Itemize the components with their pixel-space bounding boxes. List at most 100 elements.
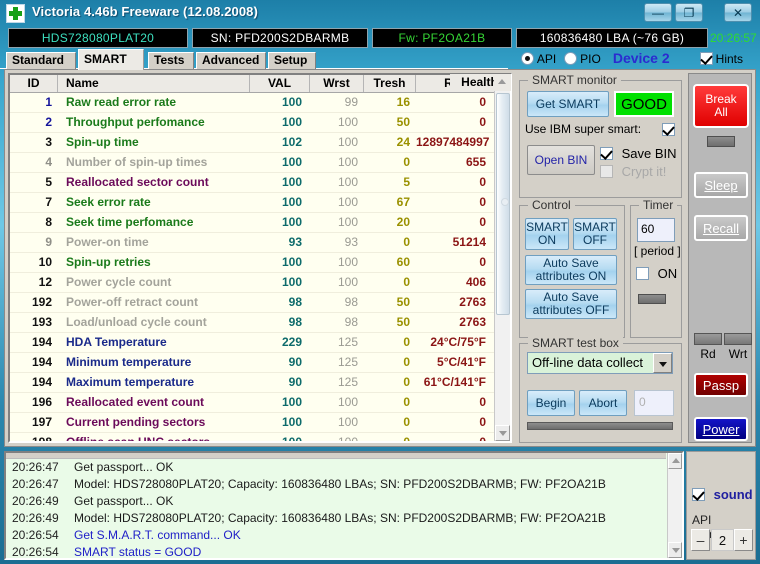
cell-raw: 0 — [479, 215, 486, 229]
cell-wrst: 99 — [344, 95, 358, 109]
auto-save-attributes-on-button[interactable]: Auto Save attributes ON — [525, 255, 617, 285]
begin-test-button[interactable]: Begin — [527, 390, 575, 416]
tab-tests[interactable]: Tests — [148, 52, 194, 69]
drive-firmware-field[interactable]: Fw: PF2OA21B — [372, 28, 512, 48]
table-row[interactable]: 194HDA Temperature229125024°C/75°F●●●● — [10, 333, 496, 353]
cell-val: 100 — [281, 395, 302, 409]
cell-raw: 61°C/141°F — [423, 375, 486, 389]
cell-raw: 2763 — [459, 295, 486, 309]
log-line: 20:26:47 Model: HDS728080PLAT20; Capacity… — [6, 476, 666, 493]
table-row[interactable]: 2Throughput perfomance100100500●●●●● — [10, 113, 496, 133]
passport-button[interactable]: Passp — [694, 373, 748, 397]
log-timestamp: 20:26:47 — [12, 477, 59, 491]
smart-off-button[interactable]: SMART OFF — [573, 218, 617, 250]
timer-on-checkbox[interactable] — [636, 267, 649, 280]
abort-test-button[interactable]: Abort — [579, 390, 627, 416]
table-row[interactable]: 192Power-off retract count9898502763●●●● — [10, 293, 496, 313]
crypt-it-checkbox[interactable] — [600, 165, 613, 178]
cell-raw: 0 — [479, 175, 486, 189]
close-icon: ✕ — [732, 6, 744, 20]
sound-checkbox[interactable] — [692, 488, 705, 501]
table-row[interactable]: 4Number of spin-up times1001000655●●●●● — [10, 153, 496, 173]
maximize-button[interactable]: ❐ — [675, 3, 703, 22]
open-bin-button[interactable]: Open BIN — [527, 145, 595, 175]
sort-up-arrow-icon[interactable] — [498, 79, 506, 84]
victoria-app-window: Victoria 4.46b Freeware (12.08.2008) — ❐… — [0, 0, 760, 564]
table-scrollbar[interactable] — [494, 75, 510, 441]
col-header-raw[interactable]: Raw — [416, 75, 498, 92]
get-smart-button[interactable]: Get SMART — [527, 91, 609, 117]
pio-label: PIO — [580, 52, 601, 66]
api-label: API — [536, 52, 557, 66]
tab-advanced[interactable]: Advanced — [196, 52, 266, 69]
smart-on-button[interactable]: SMART ON — [525, 218, 569, 250]
cell-wrst: 100 — [337, 195, 358, 209]
drive-capacity-field[interactable]: 160836480 LBA (~76 GB) — [516, 28, 708, 48]
col-header-tresh[interactable]: Tresh — [364, 75, 416, 92]
col-header-wrst[interactable]: Wrst — [310, 75, 364, 92]
minimize-button[interactable]: — — [644, 3, 672, 22]
table-row[interactable]: 193Load/unload cycle count9898502763●●●● — [10, 313, 496, 333]
log-scroll-down-arrow-icon[interactable] — [668, 542, 682, 558]
cell-wrst: 98 — [344, 295, 358, 309]
log-panel[interactable]: 20:26:47 Get passport... OK 20:26:47 Model:… — [4, 451, 684, 560]
cell-raw: 0 — [416, 433, 492, 441]
tab-setup[interactable]: Setup — [268, 52, 316, 69]
table-row[interactable]: 198Offline scan UNC sectors10010000●●●●● — [10, 433, 496, 441]
pio-radio[interactable] — [564, 52, 578, 65]
table-row[interactable]: 194Maximum temperature90125061°C/141°F- — [10, 373, 496, 393]
drive-model-field[interactable]: HDS728080PLAT20 — [8, 28, 188, 48]
save-bin-checkbox[interactable] — [600, 147, 613, 160]
col-header-name[interactable]: Name — [58, 75, 250, 92]
table-row[interactable]: 197Current pending sectors10010000●●●●● — [10, 413, 496, 433]
drive-serial-field[interactable]: SN: PFD200S2DBARMB — [192, 28, 368, 48]
tab-standard[interactable]: Standard — [6, 52, 76, 69]
chevron-down-icon[interactable] — [653, 353, 672, 373]
table-row[interactable]: 196Reallocated event count10010000●●●●● — [10, 393, 496, 413]
test-number-input[interactable]: 0 — [634, 390, 674, 416]
api-increment-button[interactable]: + — [734, 529, 753, 551]
break-all-button[interactable]: Break All — [693, 84, 749, 128]
api-radio[interactable] — [520, 52, 534, 65]
timer-period-input[interactable]: 60 — [637, 218, 675, 242]
cell-id: 198 — [10, 433, 58, 441]
table-row[interactable]: 5Reallocated sector count10010050●●●●● — [10, 173, 496, 193]
smart-attributes-table[interactable]: ID Name VAL Wrst Tresh Raw Health 1 Raw r… — [8, 73, 512, 443]
log-scrollbar[interactable] — [667, 453, 682, 558]
table-row[interactable]: 9Power-on time9393051214●●●● — [10, 233, 496, 253]
auto-save-on-line2: attributes ON — [535, 269, 607, 283]
hints-checkbox[interactable] — [699, 52, 713, 65]
power-button[interactable]: Power — [694, 417, 748, 441]
tab-smart[interactable]: SMART — [78, 49, 144, 70]
api-number-stepper[interactable]: – 2 + — [691, 529, 753, 551]
close-button[interactable]: ✕ — [724, 3, 752, 22]
drive-info-strip: HDS728080PLAT20 SN: PFD200S2DBARMB Fw: P… — [0, 27, 760, 49]
sleep-button[interactable]: Sleep — [694, 172, 748, 198]
table-row[interactable]: 12Power cycle count1001000406●●●●● — [10, 273, 496, 293]
log-scroll-up-arrow-icon[interactable] — [668, 453, 682, 469]
api-decrement-button[interactable]: – — [691, 529, 710, 551]
col-header-val[interactable]: VAL — [250, 75, 310, 92]
smart-test-box-group-label: SMART test box — [528, 336, 623, 350]
table-row[interactable]: 194Minimum temperature9012505°C/41°F- — [10, 353, 496, 373]
scrollbar-thumb[interactable] — [496, 93, 510, 315]
cell-id: 9 — [45, 235, 52, 249]
table-row[interactable]: 7Seek error rate100100670●●●●● — [10, 193, 496, 213]
cell-raw: 2763 — [459, 315, 486, 329]
cell-tresh: 0 — [403, 415, 410, 429]
crypt-it-row: Crypt it! — [600, 164, 666, 179]
col-header-id[interactable]: ID — [10, 75, 58, 92]
table-row[interactable]: 3Spin-up time1021002412897484997●●●●● — [10, 133, 496, 153]
cell-name: Maximum temperature — [66, 375, 195, 389]
ibm-super-smart-checkbox[interactable] — [662, 123, 675, 136]
cell-id: 194 — [31, 375, 52, 389]
scroll-down-arrow-icon[interactable] — [495, 425, 510, 441]
device-label: Device 2 — [612, 50, 670, 66]
table-row[interactable]: 10Spin-up retries100100600●●●●● — [10, 253, 496, 273]
test-type-select[interactable]: Off-line data collect — [527, 352, 673, 374]
auto-save-attributes-off-button[interactable]: Auto Save attributes OFF — [525, 289, 617, 319]
table-row[interactable]: 1Raw read error rate10099160●●●●● — [10, 93, 496, 113]
cell-wrst: 125 — [337, 355, 358, 369]
recall-button[interactable]: Recall — [694, 215, 748, 241]
table-row[interactable]: 8Seek time perfomance100100200●●●●● — [10, 213, 496, 233]
